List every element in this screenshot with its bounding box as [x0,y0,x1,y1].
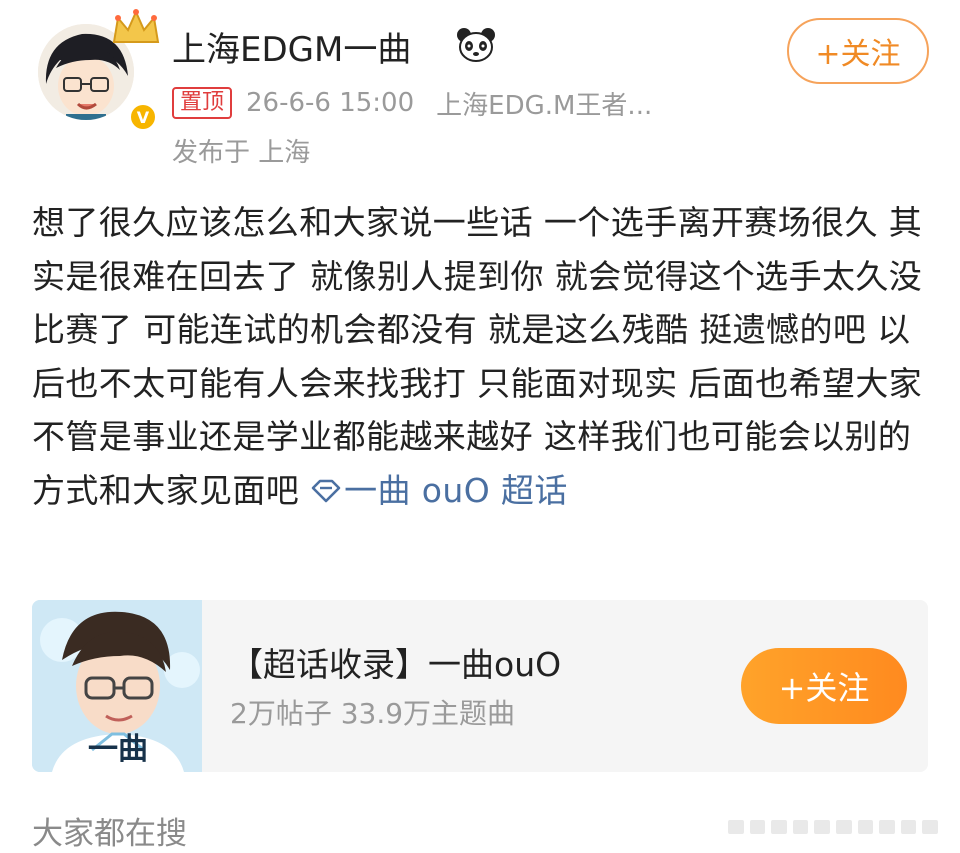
super-topic-follow-button[interactable]: +关注 [741,648,907,724]
thumbnail-caption: 一曲 [88,732,148,767]
post-source[interactable]: 上海EDG.M王者... [436,85,652,122]
panda-icon [457,28,495,62]
follow-button[interactable]: +关注 [787,18,929,84]
crown-decoration-icon [112,9,160,43]
pinned-badge: 置顶 [172,87,233,119]
post-text: 想了很久应该怎么和大家说一些话 一个选手离开赛场很久 其实是很难在回去了 就像别… [32,203,923,510]
post-meta: 置顶 26-6-6 15:00 上海EDG.M王者... [172,85,652,122]
verified-v-icon: V [128,102,158,132]
topic-link[interactable]: 一曲 ouO 超话 [310,471,568,510]
super-topic-stats: 2万帖子 33.9万主题曲 [230,697,516,730]
super-topic-card[interactable]: 一曲 【超话收录】一曲ouO 2万帖子 33.9万主题曲 +关注 [32,600,928,772]
user-avatar[interactable]: V [32,9,160,132]
super-topic-title: 【超话收录】一曲ouO [230,645,562,684]
super-topic-diamond-icon [311,479,341,502]
super-topic-thumbnail: 一曲 [32,600,202,772]
topic-link-label: 一曲 ouO 超话 [344,470,568,510]
username[interactable]: 上海EDGM一曲 [172,22,411,71]
post-location: 发布于 上海 [172,138,311,168]
post-time: 26-6-6 15:00 [246,88,415,118]
scroll-indicator-decoration [728,820,938,834]
everyone-search-heading: 大家都在搜 [32,816,187,852]
post-body: 想了很久应该怎么和大家说一些话 一个选手离开赛场很久 其实是很难在回去了 就像别… [32,196,942,517]
